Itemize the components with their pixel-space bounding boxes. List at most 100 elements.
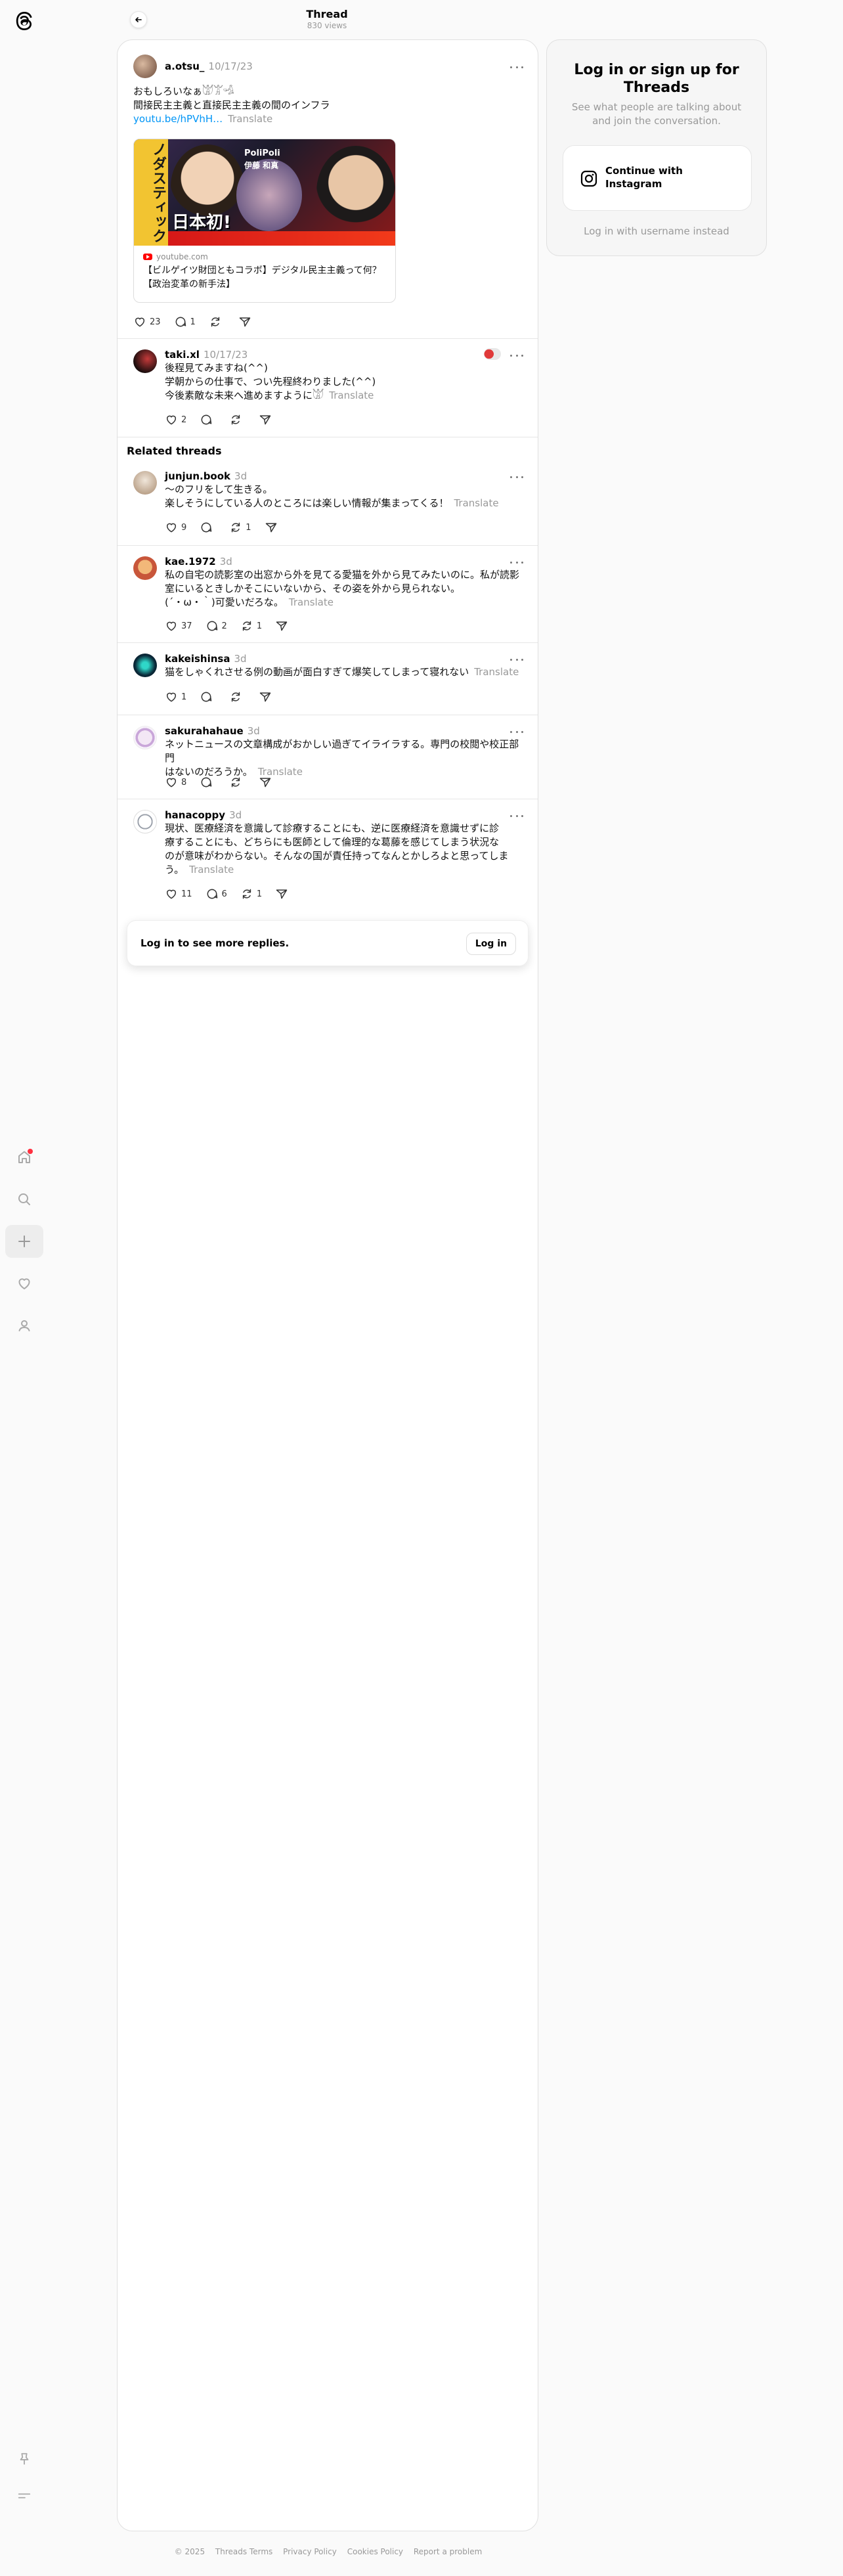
- reply-author-avatars[interactable]: [484, 348, 501, 360]
- reply-button[interactable]: 1: [174, 315, 196, 328]
- login-prompt-text: Log in to see more replies.: [140, 937, 290, 949]
- action-bar: 9 1: [165, 520, 294, 535]
- more-options-button[interactable]: [510, 812, 523, 819]
- timestamp[interactable]: 3d: [248, 725, 260, 737]
- reply-button[interactable]: [200, 776, 216, 789]
- related-thread[interactable]: sakurahahaue 3d ネットニュースの文章構成がおかしい過ぎてイライラす…: [118, 715, 538, 799]
- timestamp[interactable]: 3d: [229, 809, 242, 821]
- avatar[interactable]: [133, 726, 157, 749]
- avatar[interactable]: [133, 349, 157, 373]
- like-count: 23: [150, 317, 161, 327]
- avatar[interactable]: [133, 556, 157, 580]
- menu-icon: [18, 2493, 31, 2498]
- nav-create[interactable]: [5, 1225, 43, 1258]
- repost-button[interactable]: [229, 690, 246, 703]
- translate-link[interactable]: Translate: [454, 497, 498, 509]
- threads-logo-icon[interactable]: [13, 8, 35, 34]
- footer-link-privacy[interactable]: Privacy Policy: [283, 2547, 337, 2556]
- view-count: 830 views: [307, 21, 347, 30]
- share-button[interactable]: [259, 413, 275, 426]
- send-icon: [260, 415, 271, 425]
- footer-link-report[interactable]: Report a problem: [414, 2547, 482, 2556]
- continue-with-instagram-button[interactable]: Continue with Instagram: [563, 145, 752, 211]
- reply-button[interactable]: [200, 413, 216, 426]
- translate-link[interactable]: Translate: [474, 666, 519, 678]
- more-options-button[interactable]: [510, 728, 523, 735]
- like-button[interactable]: 9: [165, 521, 186, 534]
- more-options-button[interactable]: [510, 656, 523, 663]
- post-line: (´・ω・｀)可愛いだろな。: [165, 596, 284, 608]
- timestamp[interactable]: 10/17/23: [208, 60, 252, 72]
- username[interactable]: a.otsu_: [165, 60, 204, 72]
- translate-link[interactable]: Translate: [329, 389, 374, 401]
- repost-button[interactable]: 1: [229, 521, 251, 534]
- link-preview-card[interactable]: ノダスティック PoliPoli 伊藤 和真 日本初! youtube.com …: [133, 139, 396, 303]
- footer-link-terms[interactable]: Threads Terms: [215, 2547, 272, 2556]
- nav-profile[interactable]: [5, 1309, 43, 1342]
- timestamp[interactable]: 3d: [234, 470, 247, 482]
- username-login-link[interactable]: Log in with username instead: [547, 225, 766, 237]
- translate-link[interactable]: Translate: [228, 113, 272, 125]
- reply-button[interactable]: 2: [205, 619, 227, 633]
- avatar[interactable]: [133, 654, 157, 677]
- related-thread[interactable]: junjun.book 3d 〜のフリをして生きる。 楽しそうにしている人のところ…: [118, 460, 538, 546]
- avatar[interactable]: [133, 471, 157, 495]
- repost-button[interactable]: [229, 776, 246, 789]
- share-button[interactable]: [238, 315, 255, 328]
- timestamp[interactable]: 3d: [220, 556, 232, 567]
- person-photo: [316, 146, 395, 238]
- post-line: 学朝からの仕事で、つい先程終わりました(^^): [165, 376, 376, 388]
- notification-dot: [28, 1149, 33, 1154]
- translate-link[interactable]: Translate: [189, 864, 234, 876]
- repost-button[interactable]: 1: [240, 887, 262, 900]
- post-text: 現状、医療経済を意識して診療することにも、逆に医療経済を意識せずに診 療すること…: [165, 822, 526, 877]
- nav-home[interactable]: [5, 1141, 43, 1174]
- like-button[interactable]: 37: [165, 619, 192, 633]
- like-button[interactable]: 1: [165, 690, 186, 703]
- post-link[interactable]: youtu.be/hPVhH…: [133, 113, 223, 125]
- avatar[interactable]: [133, 810, 157, 833]
- like-count: 37: [181, 621, 192, 631]
- nav-menu[interactable]: [5, 2479, 43, 2512]
- username[interactable]: kae.1972: [165, 556, 216, 567]
- timestamp[interactable]: 3d: [234, 653, 246, 665]
- post-text: ネットニュースの文章構成がおかしい過ぎてイライラする。専門の校閲や校正部門 はな…: [165, 738, 526, 779]
- more-options-button[interactable]: [510, 352, 523, 359]
- related-thread[interactable]: kakeishinsa 3d 猫をしゃくれさせる例の動画が面白すぎて爆笑してしまっ…: [118, 643, 538, 715]
- reply-button[interactable]: [200, 690, 216, 703]
- avatar[interactable]: [133, 55, 157, 78]
- comment-icon: [201, 692, 212, 702]
- login-button[interactable]: Log in: [466, 933, 516, 955]
- username[interactable]: sakurahahaue: [165, 725, 244, 737]
- more-options-button[interactable]: [510, 559, 523, 566]
- repost-button[interactable]: [209, 315, 225, 328]
- repost-button[interactable]: 1: [240, 619, 262, 633]
- like-button[interactable]: 8: [165, 776, 186, 789]
- like-button[interactable]: 2: [165, 413, 186, 426]
- timestamp[interactable]: 10/17/23: [204, 349, 248, 361]
- repost-button[interactable]: [229, 413, 246, 426]
- translate-link[interactable]: Translate: [289, 596, 334, 608]
- username[interactable]: junjun.book: [165, 470, 230, 482]
- related-thread[interactable]: hanacoppy 3d 現状、医療経済を意識して診療することにも、逆に医療経済を…: [118, 799, 538, 911]
- related-thread[interactable]: kae.1972 3d 私の自宅の読影室の出窓から外を見てる愛猫を外から見てみたい…: [118, 546, 538, 643]
- nav-search[interactable]: [5, 1183, 43, 1216]
- more-options-button[interactable]: [510, 64, 523, 70]
- more-options-button[interactable]: [510, 474, 523, 480]
- username[interactable]: hanacoppy: [165, 809, 225, 821]
- nav-activity[interactable]: [5, 1267, 43, 1300]
- username[interactable]: kakeishinsa: [165, 653, 230, 665]
- share-button[interactable]: [275, 887, 292, 900]
- share-button[interactable]: [265, 521, 281, 534]
- share-button[interactable]: [259, 690, 275, 703]
- share-button[interactable]: [275, 619, 292, 633]
- footer-link-cookies[interactable]: Cookies Policy: [347, 2547, 403, 2556]
- post-text: 私の自宅の読影室の出窓から外を見てる愛猫を外から見てみたいのに。私が読影 室にい…: [165, 568, 526, 610]
- reply-button[interactable]: [200, 521, 216, 534]
- reply-button[interactable]: 6: [205, 887, 227, 900]
- username[interactable]: taki.xl: [165, 349, 200, 361]
- nav-pinned[interactable]: [5, 2443, 43, 2476]
- share-button[interactable]: [259, 776, 275, 789]
- like-button[interactable]: 11: [165, 887, 192, 900]
- like-button[interactable]: 23: [133, 315, 161, 328]
